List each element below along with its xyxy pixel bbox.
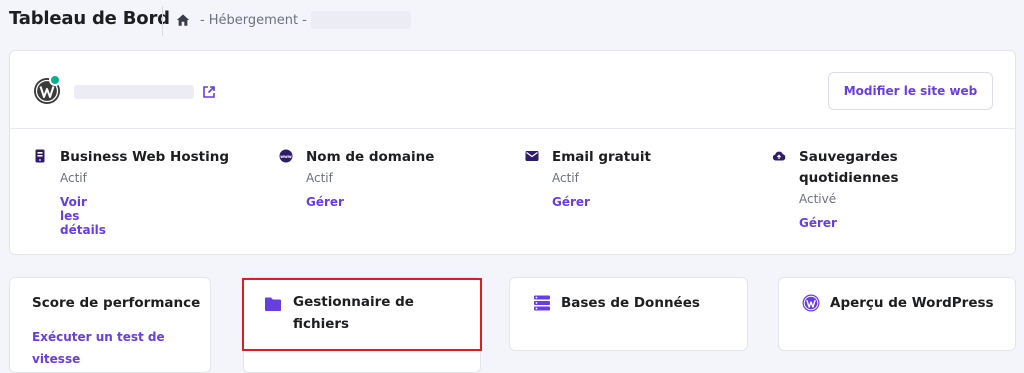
databases-tile[interactable]: Bases de Données [509,277,748,351]
wordpress-overview-tile[interactable]: Aperçu de WordPress [778,277,1016,351]
service-link[interactable]: Gérer [552,195,590,209]
service-link[interactable]: Gérer [306,195,344,209]
svg-text:www: www [280,154,292,159]
service-status: Actif [306,171,333,185]
service-title-line: Sauvegardes [799,149,898,165]
site-card-header: Modifier le site web [10,51,1015,129]
www-icon: www [279,149,293,163]
tile-title: Aperçu de WordPress [830,295,994,311]
page-title: Tableau de Bord [9,8,170,29]
wordpress-icon [802,294,820,312]
site-card: Modifier le site web Business Web Hostin… [9,50,1016,255]
breadcrumb-item-hosting[interactable]: Hébergement [209,13,298,28]
service-link[interactable]: Voir les détails [60,195,106,237]
breadcrumb: - Hébergement - [176,11,411,29]
modify-website-button[interactable]: Modifier le site web [828,72,993,110]
site-name-redacted [74,85,194,99]
service-status: Actif [552,171,579,185]
server-icon [35,149,45,163]
title-divider [162,6,163,36]
link-line: Exécuter un test de [32,330,165,344]
tile-title: Bases de Données [561,295,700,311]
tile-title: Score de performance [32,295,201,311]
highlight-annotation [242,278,482,351]
breadcrumb-separator: - [302,12,307,28]
service-title: Business Web Hosting [60,149,229,165]
home-icon[interactable] [176,13,190,27]
external-link-icon[interactable] [202,85,216,99]
mail-icon [525,151,539,161]
speed-test-link[interactable]: Exécuter un test de vitesse [32,326,165,370]
service-status: Activé [799,192,837,206]
service-status: Actif [60,171,87,185]
service-title-line: quotidiennes [799,170,899,186]
service-link[interactable]: Gérer [799,216,837,230]
database-icon [534,295,550,311]
service-title: Nom de domaine [306,149,435,165]
header: Tableau de Bord - Hébergement - [0,0,1024,42]
service-title: Email gratuit [552,149,651,165]
services-row: Business Web Hosting Actif Voir les déta… [10,129,1015,255]
cloud-upload-icon [772,151,786,161]
service-title: Sauvegardes quotidiennes [799,147,899,189]
link-line: vitesse [32,352,81,366]
breadcrumb-separator: - [200,12,205,28]
performance-tile[interactable]: Score de performance Exécuter un test de… [9,277,211,373]
site-status-dot [49,74,61,86]
breadcrumb-domain-redacted [310,11,411,29]
